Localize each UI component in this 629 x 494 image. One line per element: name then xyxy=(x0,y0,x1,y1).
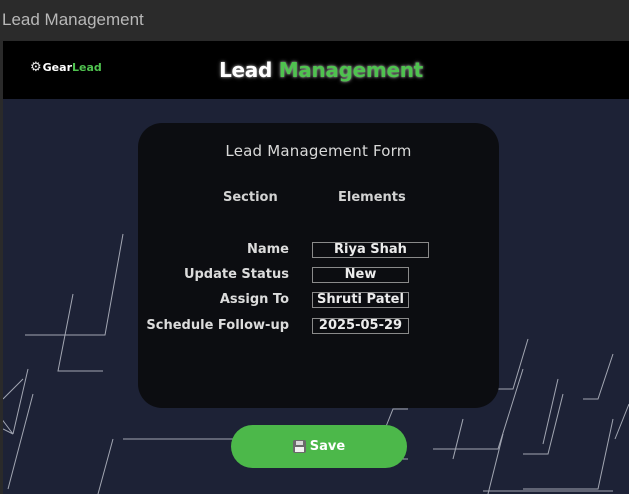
lead-form-card: Lead Management Form Section Elements Na… xyxy=(138,123,499,408)
assign-to-select[interactable]: Shruti Patel xyxy=(312,292,409,308)
followup-date-field[interactable]: 2025-05-29 xyxy=(312,318,409,334)
status-select[interactable]: New xyxy=(312,267,409,283)
app-area: ⚙ Gear Lead Lead Management Lead Manageme… xyxy=(3,41,629,494)
field-label-followup: Schedule Follow-up xyxy=(146,318,289,333)
window-titlebar: Lead Management xyxy=(0,0,629,40)
save-button-label: Save xyxy=(309,439,346,454)
page-title: Lead Management xyxy=(3,58,629,82)
page-title-word-1: Lead xyxy=(219,58,273,82)
column-header-section: Section xyxy=(223,190,278,205)
column-header-elements: Elements xyxy=(338,190,406,205)
save-button[interactable]: Save xyxy=(231,425,407,468)
field-label-assign: Assign To xyxy=(219,292,289,307)
field-label-status: Update Status xyxy=(183,267,289,282)
form-title: Lead Management Form xyxy=(225,142,412,160)
page-title-word-2: Management xyxy=(278,58,424,82)
app-header: ⚙ Gear Lead Lead Management xyxy=(3,41,629,99)
floppy-disk-icon xyxy=(292,440,306,453)
window-title: Lead Management xyxy=(2,10,144,29)
field-label-name: Name xyxy=(246,242,289,257)
name-field[interactable]: Riya Shah xyxy=(312,242,429,258)
